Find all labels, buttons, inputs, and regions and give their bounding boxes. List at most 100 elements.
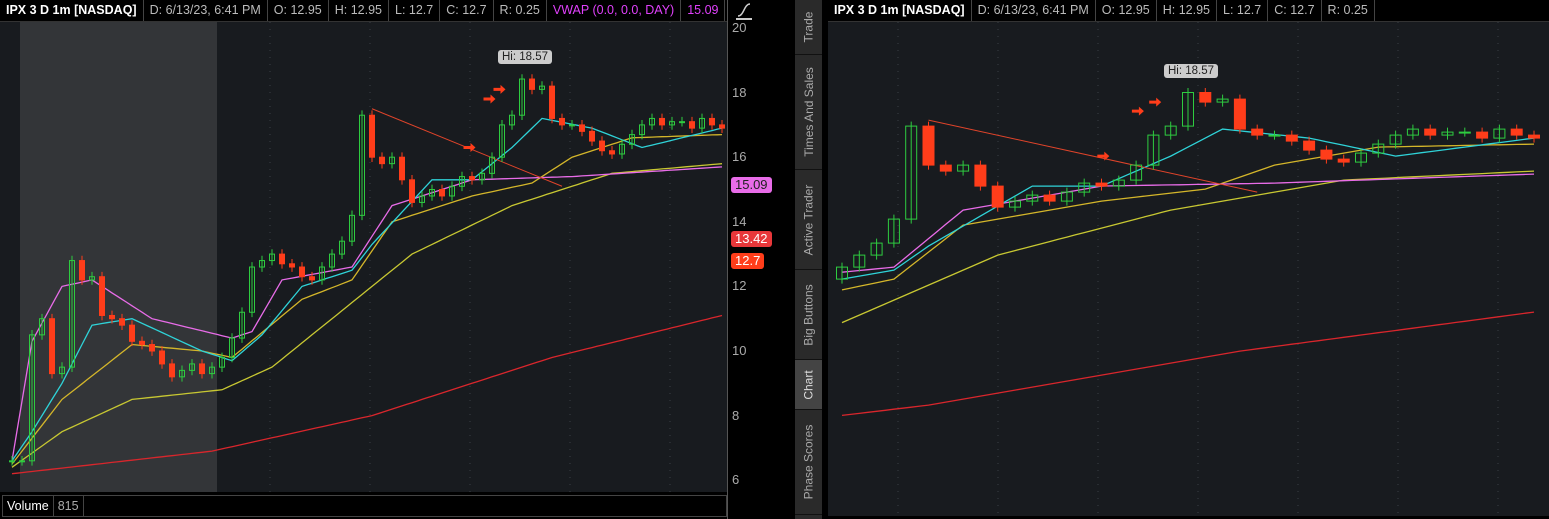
- candle-down: [549, 85, 555, 119]
- candle-down: [1233, 98, 1246, 130]
- candle-down: [399, 156, 405, 181]
- candle-down: [129, 324, 135, 342]
- tab-big-buttons[interactable]: Big Buttons: [795, 270, 822, 360]
- low-label: L: 12.7: [389, 0, 441, 21]
- candle-down: [689, 121, 695, 129]
- close-label: C: 12.7: [440, 0, 494, 21]
- signal-arrow-icon: [493, 84, 506, 94]
- candle-down: [159, 350, 165, 365]
- candle-down: [119, 318, 125, 326]
- price-tick-label: 16: [732, 149, 747, 165]
- candle-down: [609, 150, 615, 155]
- date-label: D: 6/13/23, 6:41 PM: [144, 0, 268, 21]
- tab-label: Active Trader: [801, 184, 816, 255]
- open-label: O: 12.95: [1096, 0, 1157, 21]
- close-label: C: 12.7: [1268, 0, 1322, 21]
- price-axis[interactable]: 20 18 16 14 12 10 8 6 15.09 13.42 12.7: [727, 0, 793, 519]
- candle-down: [1424, 128, 1437, 136]
- price-tick-label: 6: [732, 472, 740, 488]
- extended-hours-shade: [20, 22, 217, 492]
- candle-down: [1285, 134, 1298, 142]
- candle-down: [974, 164, 987, 187]
- right-chart-header: IPX 3 D 1m [NASDAQ] D: 6/13/23, 6:41 PM …: [828, 0, 1549, 22]
- open-label: O: 12.95: [268, 0, 329, 21]
- candle-down: [559, 117, 565, 126]
- candle-up: [1268, 134, 1281, 137]
- volume-value: 815: [54, 496, 84, 516]
- volume-pane-header: Volume 815: [2, 495, 727, 517]
- candle-down: [309, 276, 315, 281]
- left-price-chart[interactable]: Hi: 18.57: [0, 22, 727, 492]
- high-bubble: Hi: 18.57: [1164, 64, 1219, 78]
- symbol-label[interactable]: IPX 3 D 1m [NASDAQ]: [0, 0, 144, 21]
- left-chart-header: IPX 3 D 1m [NASDAQ] D: 6/13/23, 6:41 PM …: [0, 0, 749, 22]
- candle-down: [1303, 140, 1316, 151]
- tab-label: Trade: [801, 11, 816, 43]
- tab-label: Phase Scores: [801, 424, 816, 500]
- candle-down: [109, 314, 115, 320]
- candle-down: [599, 140, 605, 152]
- tab-phase-scores[interactable]: Phase Scores: [795, 410, 822, 515]
- candle-down: [1528, 134, 1540, 139]
- candle-down: [529, 78, 535, 90]
- vwap-line: [841, 173, 1535, 273]
- candle-down: [719, 124, 725, 129]
- candle-down: [579, 124, 585, 132]
- ma-price-badge: 13.42: [731, 231, 772, 247]
- candle-down: [1251, 128, 1264, 136]
- tab-label: Chart: [801, 369, 816, 400]
- candle-down: [1043, 194, 1056, 202]
- candle-down: [922, 125, 935, 166]
- vwap-price-badge: 15.09: [731, 177, 772, 193]
- side-tabs: Trade Times And Sales Active Trader Big …: [795, 0, 822, 519]
- vwap-study-label[interactable]: VWAP (0.0, 0.0, DAY): [547, 0, 682, 21]
- candle-down: [149, 344, 155, 352]
- price-tick-label: 12: [732, 278, 747, 294]
- price-tick-label: 8: [732, 407, 740, 423]
- candle-down: [1337, 158, 1350, 163]
- candle-down: [1510, 128, 1523, 136]
- candle-down: [409, 179, 415, 203]
- price-tick-label: 10: [732, 343, 747, 358]
- ema-slow-line: [841, 311, 1535, 417]
- candle-down: [289, 263, 295, 268]
- signal-arrow-icon: [1149, 97, 1162, 107]
- high-label: H: 12.95: [329, 0, 389, 21]
- tab-times-and-sales[interactable]: Times And Sales: [795, 55, 822, 170]
- range-label: R: 0.25: [1322, 0, 1375, 21]
- candle-down: [1476, 131, 1489, 139]
- high-bubble: Hi: 18.57: [498, 50, 553, 65]
- candle-down: [379, 156, 385, 165]
- study-curve-icon[interactable]: [736, 2, 752, 20]
- symbol-label[interactable]: IPX 3 D 1m [NASDAQ]: [828, 0, 972, 21]
- tab-chart[interactable]: Chart: [795, 360, 822, 410]
- date-label: D: 6/13/23, 6:41 PM: [972, 0, 1096, 21]
- high-label: H: 12.95: [1157, 0, 1217, 21]
- candle-down: [1095, 182, 1108, 187]
- candle-down: [299, 266, 305, 278]
- candle-down: [589, 130, 595, 142]
- candle-down: [139, 340, 145, 346]
- candle-down: [469, 176, 475, 181]
- candle-down: [99, 276, 105, 316]
- low-label: L: 12.7: [1217, 0, 1269, 21]
- candle-down: [199, 363, 205, 375]
- ema-fast-line: [841, 128, 1535, 280]
- ema-mid-line: [841, 170, 1535, 324]
- candle-down: [279, 253, 285, 265]
- candle-down: [939, 164, 952, 172]
- vwap-value: 15.09: [681, 0, 726, 21]
- candle-down: [1199, 92, 1212, 103]
- signal-arrow-icon: [483, 94, 496, 104]
- tab-trade[interactable]: Trade: [795, 0, 822, 55]
- last-price-badge: 12.7: [731, 253, 765, 269]
- candle-up: [1458, 131, 1471, 134]
- right-price-chart[interactable]: Hi: 18.57: [828, 22, 1549, 516]
- tab-active-trader[interactable]: Active Trader: [795, 170, 822, 270]
- candle-down: [439, 189, 445, 197]
- right-chart-canvas: [836, 22, 1540, 516]
- left-chart-canvas: [9, 22, 725, 492]
- range-label: R: 0.25: [494, 0, 547, 21]
- candle-down: [169, 363, 175, 378]
- candle-up: [19, 460, 25, 463]
